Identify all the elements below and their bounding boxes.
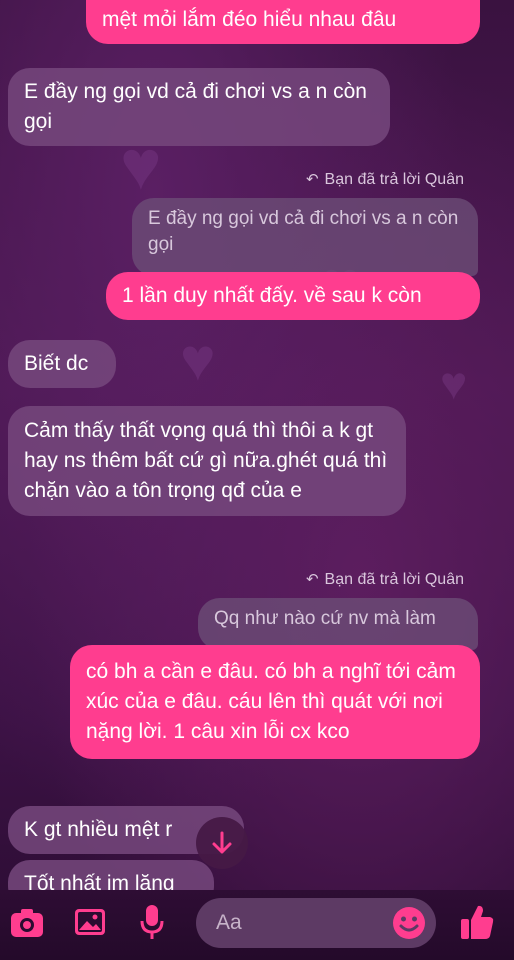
outgoing-message[interactable]: có bh a cần e đâu. có bh a nghĩ tới cảm … (70, 645, 480, 759)
reply-indicator-text: Bạn đã trả lời Quân (324, 571, 464, 588)
outgoing-message[interactable]: 1 lần duy nhất đấy. về sau k còn (106, 272, 480, 320)
image-icon[interactable] (74, 908, 106, 936)
reply-arrow-icon: ↶ (305, 571, 319, 588)
reply-indicator: ↶ Bạn đã trả lời Quân (306, 570, 464, 589)
reply-indicator-text: Bạn đã trả lời Quân (324, 171, 464, 188)
incoming-message[interactable]: E đầy ng gọi vd cả đi chơi vs a n còn gọ… (8, 68, 390, 146)
camera-icon[interactable] (10, 908, 44, 938)
arrow-down-icon (212, 831, 232, 854)
message-list[interactable]: mệt mỏi lắm đéo hiểu nhau đâu E đầy ng g… (0, 0, 514, 890)
outgoing-message[interactable]: mệt mỏi lắm đéo hiểu nhau đâu (86, 0, 480, 44)
reply-arrow-icon: ↶ (305, 171, 319, 188)
emoji-icon[interactable] (392, 906, 426, 940)
quoted-message[interactable]: E đầy ng gọi vd cả đi chơi vs a n còn gọ… (132, 198, 478, 276)
scroll-to-bottom-button[interactable] (196, 817, 248, 869)
microphone-icon[interactable] (140, 904, 164, 940)
reply-indicator: ↶ Bạn đã trả lời Quân (306, 170, 464, 189)
thumbs-up-icon[interactable] (460, 904, 494, 940)
incoming-message[interactable]: Tốt nhất im lặng (8, 860, 214, 890)
quoted-message[interactable]: Qq như nào cứ nv mà làm (198, 598, 478, 650)
incoming-message[interactable]: Cảm thấy thất vọng quá thì thôi a k gt h… (8, 406, 406, 516)
incoming-message[interactable]: Biết dc (8, 340, 116, 388)
